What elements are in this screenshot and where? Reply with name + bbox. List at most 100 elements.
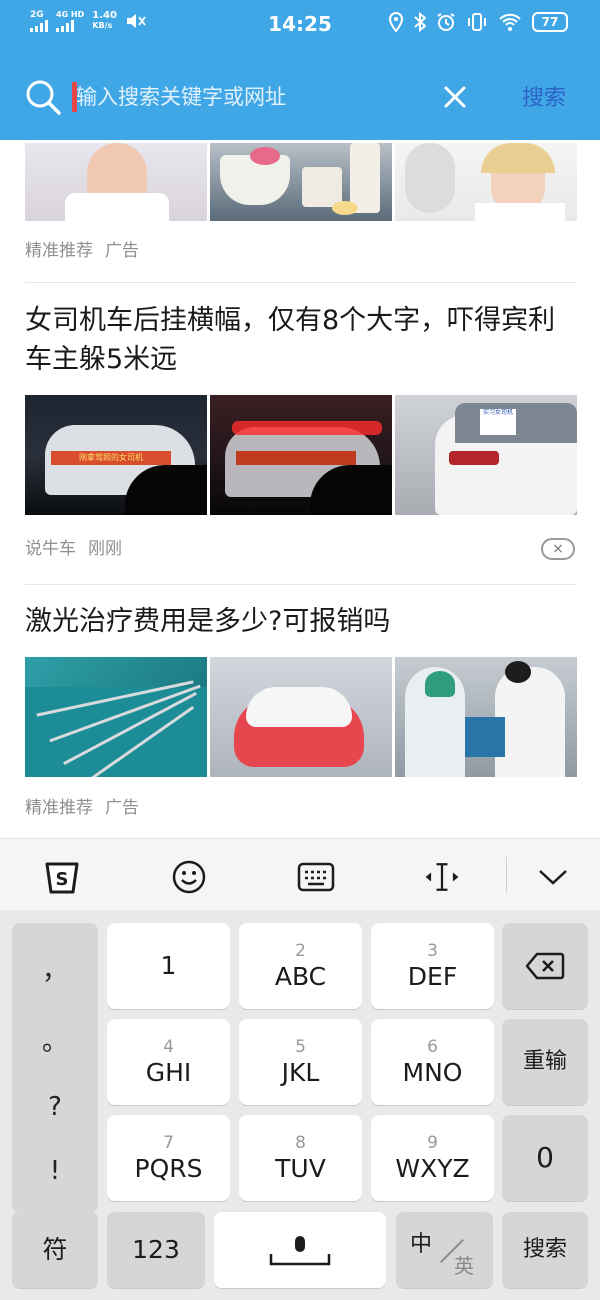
- alarm-icon: [437, 13, 455, 31]
- search-icon[interactable]: [24, 78, 62, 116]
- key-num: 3: [427, 941, 438, 961]
- article-meta: 说牛车 刚刚: [25, 534, 122, 559]
- top-bar: 2G 4G HD 1.40 KB/s 14:25 77 输入搜索关键字或网址 搜…: [0, 0, 600, 140]
- divider: [25, 282, 577, 283]
- key-ghi[interactable]: 4 GHI: [107, 1019, 230, 1105]
- numbers-key[interactable]: 123: [107, 1212, 205, 1288]
- cursor-move-icon[interactable]: [422, 857, 462, 897]
- status-bar: 2G 4G HD 1.40 KB/s 14:25 77: [0, 0, 600, 48]
- battery-indicator: 77: [532, 12, 568, 32]
- article-image-white-car: 实习女司机: [395, 395, 577, 515]
- key-main: JKL: [281, 1058, 320, 1087]
- ad-image-spa-products: [210, 143, 392, 221]
- key-tuv[interactable]: 8 TUV: [239, 1115, 362, 1201]
- collapse-icon[interactable]: [533, 857, 573, 897]
- keyboard-icon[interactable]: [296, 857, 336, 897]
- vibrate-icon: [468, 13, 486, 31]
- ad-image-surgical-tools: [25, 657, 207, 777]
- ad-meta: 精准推荐 广告: [25, 793, 139, 818]
- punct-exclaim[interactable]: !: [50, 1156, 60, 1186]
- article-image-row[interactable]: 刚拿驾照的女司机 实习女司机: [25, 395, 577, 515]
- key-def[interactable]: 3 DEF: [371, 923, 494, 1009]
- key-0[interactable]: 0: [502, 1115, 588, 1201]
- backspace-icon: [525, 952, 565, 980]
- location-icon: [388, 12, 404, 32]
- dismiss-button[interactable]: ×: [541, 538, 575, 560]
- sogou-logo-icon[interactable]: S: [42, 857, 82, 897]
- key-abc[interactable]: 2 ABC: [239, 923, 362, 1009]
- article-time: 刚刚: [88, 539, 122, 559]
- status-right: 77: [388, 12, 568, 32]
- key-num: 6: [427, 1037, 438, 1057]
- key-num: 7: [163, 1133, 174, 1153]
- ad-title[interactable]: 激光治疗费用是多少?可报销吗: [25, 602, 565, 641]
- search-input[interactable]: [76, 80, 406, 114]
- sign-text: 实习女司机: [480, 409, 516, 435]
- ad-image-woman-pose: [25, 143, 207, 221]
- key-num: 4: [163, 1037, 174, 1057]
- key-1[interactable]: 1: [107, 923, 230, 1009]
- key-jkl[interactable]: 5 JKL: [239, 1019, 362, 1105]
- article-source: 说牛车: [25, 539, 76, 559]
- wifi-icon: [499, 13, 521, 31]
- punct-comma[interactable]: ，: [42, 950, 68, 987]
- news-feed: 精准推荐 广告 女司机车后挂横幅，仅有8个大字，吓得宾利车主躲5米远 刚拿驾照的…: [0, 140, 600, 840]
- ad-source: 精准推荐: [25, 798, 93, 818]
- reinput-label: 重输: [522, 1049, 567, 1074]
- ad-image-row[interactable]: [25, 143, 577, 221]
- emoji-icon[interactable]: [169, 857, 209, 897]
- ad-meta: 精准推荐 广告: [25, 236, 139, 261]
- key-num: 5: [295, 1037, 306, 1057]
- zero-label: 0: [536, 1141, 554, 1174]
- ad-image-row[interactable]: [25, 657, 577, 777]
- enter-label: 搜索: [522, 1237, 567, 1262]
- search-bar: 搜索: [0, 66, 600, 126]
- key-pqrs[interactable]: 7 PQRS: [107, 1115, 230, 1201]
- lang-zh: 中: [410, 1232, 433, 1257]
- article-title[interactable]: 女司机车后挂横幅，仅有8个大字，吓得宾利车主躲5米远: [25, 301, 565, 379]
- divider: [25, 584, 577, 585]
- space-key[interactable]: [214, 1212, 386, 1288]
- banner-text: 刚拿驾照的女司机: [51, 451, 171, 465]
- symbols-label: 符: [42, 1235, 68, 1264]
- language-toggle-key[interactable]: 中 英: [396, 1212, 493, 1288]
- svg-text:S: S: [56, 869, 69, 890]
- ad-image-teeth-model: [210, 657, 392, 777]
- key-main: MNO: [402, 1058, 463, 1087]
- punctuation-column[interactable]: ， 。 ? !: [12, 923, 98, 1213]
- key-num: 2: [295, 941, 306, 961]
- backspace-key[interactable]: [502, 923, 588, 1009]
- key-main: 1: [160, 951, 177, 980]
- search-button[interactable]: 搜索: [522, 80, 566, 112]
- ad-image-skin-check: [395, 143, 577, 221]
- lang-en: 英: [454, 1254, 474, 1278]
- key-main: ABC: [274, 962, 327, 991]
- key-main: GHI: [145, 1058, 192, 1087]
- punct-question[interactable]: ?: [48, 1092, 62, 1122]
- key-num: 9: [427, 1133, 438, 1153]
- key-main: WXYZ: [395, 1154, 470, 1183]
- ad-tag: 广告: [105, 241, 139, 261]
- bluetooth-icon: [414, 12, 426, 32]
- key-wxyz[interactable]: 9 WXYZ: [371, 1115, 494, 1201]
- article-image-car-night: 刚拿驾照的女司机: [25, 395, 207, 515]
- reinput-key[interactable]: 重输: [502, 1019, 588, 1105]
- keyboard-toolbar: S: [0, 838, 600, 910]
- ad-tag: 广告: [105, 798, 139, 818]
- key-mno[interactable]: 6 MNO: [371, 1019, 494, 1105]
- enter-key[interactable]: 搜索: [502, 1212, 588, 1288]
- key-main: DEF: [407, 962, 458, 991]
- numbers-label: 123: [132, 1235, 180, 1264]
- key-main: TUV: [275, 1154, 326, 1183]
- article-image-car-lights: [210, 395, 392, 515]
- ad-source: 精准推荐: [25, 241, 93, 261]
- toolbar-separator: [506, 857, 507, 893]
- microphone-icon: [269, 1236, 331, 1266]
- key-main: PQRS: [134, 1154, 203, 1183]
- clear-icon[interactable]: [440, 82, 470, 112]
- ad-image-doctors: [395, 657, 577, 777]
- keyboard: ， 。 ? ! 1 2 ABC 3 DEF 4 GHI 5 JKL 6 MNO …: [0, 910, 600, 1300]
- symbols-key[interactable]: 符: [12, 1212, 98, 1288]
- key-num: 8: [295, 1133, 306, 1153]
- punct-period[interactable]: 。: [42, 1021, 68, 1058]
